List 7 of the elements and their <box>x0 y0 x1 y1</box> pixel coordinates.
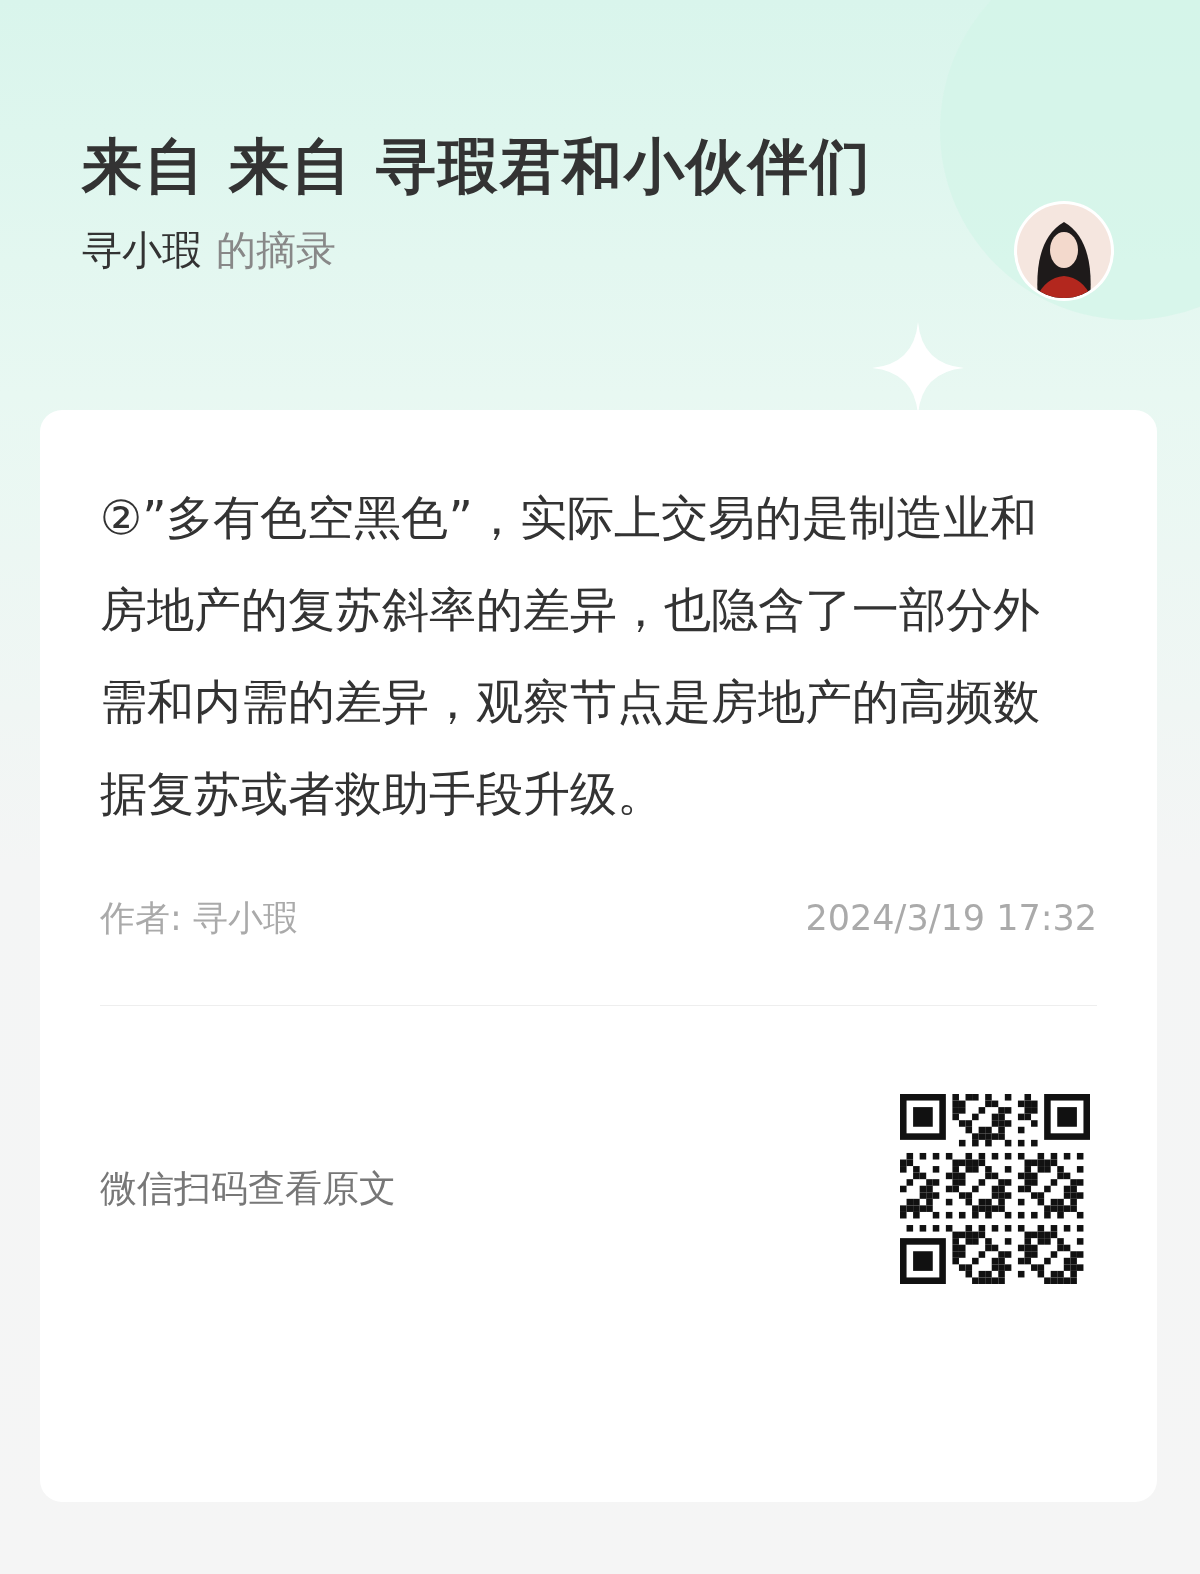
scan-hint: 微信扫码查看原文 <box>100 1165 396 1212</box>
author-line: 作者: 寻小瑕 <box>100 897 298 940</box>
excerpt-label: 的摘录 <box>216 226 336 275</box>
card-title: 来自 来自 寻瑕君和小伙伴们 <box>82 130 873 203</box>
date-time: 2024/3/19 17:32 <box>805 897 1097 940</box>
author-name: 寻小瑕 <box>82 226 202 275</box>
excerpt-text: ②”多有色空黑色”，实际上交易的是制造业和房地产的复苏斜率的差异，也隐含了一部分外需和内需的差异，观察节点是房地产的高频数据复苏或者救助手段升级。 <box>100 489 1041 823</box>
